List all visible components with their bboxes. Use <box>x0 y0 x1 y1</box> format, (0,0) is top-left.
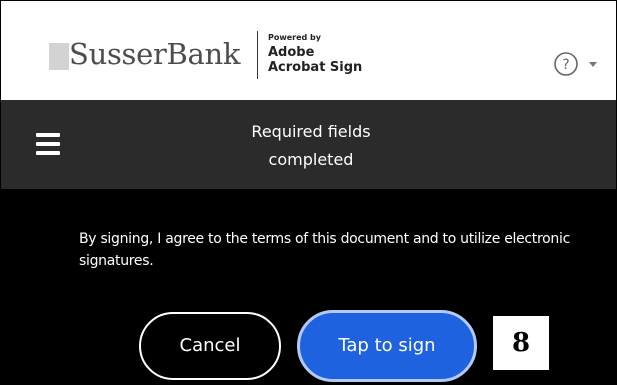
header: SusserBank Powered by Adobe Acrobat Sign… <box>1 1 616 100</box>
cancel-button[interactable]: Cancel <box>139 312 281 380</box>
signing-screen: SusserBank Powered by Adobe Acrobat Sign… <box>0 0 617 385</box>
step-number-badge: 8 <box>491 314 551 372</box>
brand-name: SusserBank <box>69 37 241 71</box>
consent-text: By signing, I agree to the terms of this… <box>79 231 570 269</box>
chevron-down-icon <box>589 62 597 67</box>
status-bar: Required fields completed <box>1 100 616 189</box>
tap-to-sign-button[interactable]: Tap to sign <box>297 310 477 382</box>
hamburger-menu-icon[interactable] <box>36 133 60 155</box>
question-circle-icon: ? <box>554 52 597 76</box>
status-line-1: Required fields <box>251 122 371 141</box>
status-line-2: completed <box>268 150 354 169</box>
powered-by-label: Powered by <box>268 33 321 42</box>
brand-divider <box>257 31 258 79</box>
brand-logo-mark <box>49 43 69 70</box>
help-menu-button[interactable]: ? <box>553 51 601 77</box>
help-glyph: ? <box>562 57 569 73</box>
signing-footer: By signing, I agree to the terms of this… <box>1 189 616 384</box>
acrobat-sign-label: Acrobat Sign <box>268 60 363 75</box>
status-message: Required fields completed <box>151 118 471 174</box>
adobe-label: Adobe <box>268 45 315 60</box>
